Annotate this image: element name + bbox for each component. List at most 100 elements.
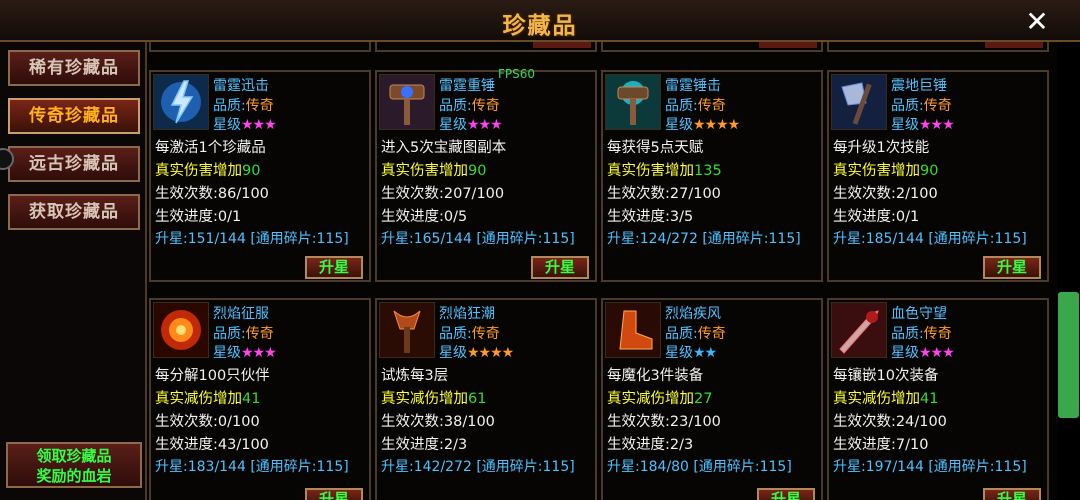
quality-value: 传奇 bbox=[471, 98, 500, 114]
quality-value: 传奇 bbox=[471, 326, 500, 342]
effect-value: 27 bbox=[694, 391, 713, 407]
item-effect: 真实伤害增加90 bbox=[155, 159, 260, 180]
item-name: 血色守望 bbox=[891, 306, 947, 322]
collection-card[interactable]: 雷霆迅击 品质:传奇 星级★★★ 每激活1个珍藏品 真实伤害增加90 生效次数:86/10… bbox=[149, 70, 371, 282]
item-effect: 真实减伤增加27 bbox=[607, 387, 712, 408]
item-quality: 品质:传奇 bbox=[439, 95, 500, 115]
star-label: 星级 bbox=[439, 345, 467, 361]
item-star-level: 星级★★★ bbox=[439, 114, 503, 134]
collection-card[interactable]: 烈焰狂潮 品质:传奇 星级★★★★ 试炼每3层 真实减伤增加61 生效次数:38/100 生… bbox=[375, 298, 597, 500]
item-star-level: 星级★★★ bbox=[213, 342, 277, 362]
item-upgrade-cost: 升星:185/144 [通用碎片:115] bbox=[833, 231, 1027, 247]
item-name: 雷霆锤击 bbox=[665, 78, 721, 94]
sidebar: 稀有珍藏品 传奇珍藏品 远古珍藏品 获取珍藏品 领取珍藏品 奖励的血岩 bbox=[0, 42, 147, 500]
quality-value: 传奇 bbox=[697, 98, 726, 114]
quality-label: 品质: bbox=[891, 326, 924, 342]
quality-value: 传奇 bbox=[245, 98, 274, 114]
item-name: 雷霆迅击 bbox=[213, 78, 269, 94]
effect-value: 41 bbox=[242, 391, 261, 407]
effect-label: 真实伤害增加 bbox=[607, 163, 694, 179]
item-effect: 真实减伤增加41 bbox=[155, 387, 260, 408]
star-icons: ★★★ bbox=[919, 117, 955, 133]
star-up-button[interactable]: 升星 bbox=[983, 256, 1041, 279]
collection-card[interactable]: 血色守望 品质:传奇 星级★★★ 每镶嵌10次装备 真实减伤增加41 生效次数:24/10… bbox=[827, 298, 1049, 500]
fps-counter: FPS60 bbox=[498, 67, 536, 81]
effect-label: 真实伤害增加 bbox=[381, 163, 468, 179]
item-effect: 真实伤害增加90 bbox=[381, 159, 486, 180]
item-upgrade-cost: 升星:183/144 [通用碎片:115] bbox=[155, 459, 349, 475]
effect-value: 90 bbox=[468, 163, 487, 179]
effect-label: 真实减伤增加 bbox=[833, 391, 920, 407]
tab-obtain-collection[interactable]: 获取珍藏品 bbox=[8, 194, 140, 230]
star-up-button[interactable]: 升星 bbox=[305, 256, 363, 279]
collection-card[interactable]: 震地巨锤 品质:传奇 星级★★★ 每升级1次技能 真实伤害增加90 生效次数:2/100 生… bbox=[827, 70, 1049, 282]
scrollbar-track bbox=[1057, 42, 1080, 500]
quality-value: 传奇 bbox=[923, 98, 952, 114]
item-progress: 生效进度:0/1 bbox=[155, 209, 242, 225]
item-effect: 真实伤害增加135 bbox=[607, 159, 722, 180]
collection-card[interactable]: 烈焰征服 品质:传奇 星级★★★ 每分解100只伙伴 真实减伤增加41 生效次数:0/10… bbox=[149, 298, 371, 500]
effect-value: 90 bbox=[242, 163, 261, 179]
item-quality: 品质:传奇 bbox=[213, 95, 274, 115]
item-upgrade-cost: 升星:124/272 [通用碎片:115] bbox=[607, 231, 801, 247]
claim-reward-button[interactable]: 领取珍藏品 奖励的血岩 bbox=[6, 442, 142, 488]
card-stub bbox=[375, 42, 597, 52]
star-up-button[interactable]: 升星 bbox=[757, 488, 815, 500]
item-condition: 每镶嵌10次装备 bbox=[833, 368, 939, 384]
tab-rare-collection[interactable]: 稀有珍藏品 bbox=[8, 50, 140, 86]
tab-ancient-collection[interactable]: 远古珍藏品 bbox=[8, 146, 140, 182]
item-count: 生效次数:27/100 bbox=[607, 186, 721, 202]
collection-card[interactable]: 烈焰疾风 品质:传奇 星级★★ 每魔化3件装备 真实减伤增加27 生效次数:23/100 生… bbox=[601, 298, 823, 500]
star-up-button[interactable]: 升星 bbox=[983, 488, 1041, 500]
item-progress: 生效进度:7/10 bbox=[833, 437, 929, 453]
effect-label: 真实减伤增加 bbox=[155, 391, 242, 407]
item-star-level: 星级★★★ bbox=[891, 114, 955, 134]
item-count: 生效次数:207/100 bbox=[381, 186, 505, 202]
item-upgrade-cost: 升星:165/144 [通用碎片:115] bbox=[381, 231, 575, 247]
item-star-level: 星级★★★ bbox=[891, 342, 955, 362]
close-icon[interactable]: ✕ bbox=[1020, 7, 1054, 37]
item-name: 雷霆重锤 bbox=[439, 78, 495, 94]
star-label: 星级 bbox=[665, 117, 693, 133]
item-condition: 进入5次宝藏图副本 bbox=[381, 140, 507, 156]
star-up-button[interactable]: 升星 bbox=[305, 488, 363, 500]
item-upgrade-cost: 升星:142/272 [通用碎片:115] bbox=[381, 459, 575, 475]
item-condition: 每魔化3件装备 bbox=[607, 368, 704, 384]
item-progress: 生效进度:3/5 bbox=[607, 209, 694, 225]
item-count: 生效次数:23/100 bbox=[607, 414, 721, 430]
item-count: 生效次数:0/100 bbox=[155, 414, 260, 430]
star-label: 星级 bbox=[891, 345, 919, 361]
card-stub bbox=[601, 42, 823, 52]
effect-value: 41 bbox=[920, 391, 939, 407]
item-name: 烈焰狂潮 bbox=[439, 306, 495, 322]
scrollbar-thumb[interactable] bbox=[1058, 292, 1079, 418]
item-quality: 品质:传奇 bbox=[665, 95, 726, 115]
item-count: 生效次数:24/100 bbox=[833, 414, 947, 430]
star-label: 星级 bbox=[891, 117, 919, 133]
item-quality: 品质:传奇 bbox=[891, 323, 952, 343]
tab-legendary-collection[interactable]: 传奇珍藏品 bbox=[8, 98, 140, 134]
hammer-icon bbox=[379, 74, 435, 130]
item-condition: 每升级1次技能 bbox=[833, 140, 930, 156]
item-quality: 品质:传奇 bbox=[891, 95, 952, 115]
star-icons: ★★★★ bbox=[693, 117, 740, 133]
star-label: 星级 bbox=[439, 117, 467, 133]
item-condition: 试炼每3层 bbox=[381, 368, 449, 384]
quality-label: 品质: bbox=[439, 326, 472, 342]
flame-staff-icon bbox=[379, 302, 435, 358]
star-up-button[interactable]: 升星 bbox=[531, 256, 589, 279]
quality-label: 品质: bbox=[665, 326, 698, 342]
item-effect: 真实减伤增加61 bbox=[381, 387, 486, 408]
item-upgrade-cost: 升星:151/144 [通用碎片:115] bbox=[155, 231, 349, 247]
item-count: 生效次数:2/100 bbox=[833, 186, 938, 202]
collection-card[interactable]: 雷霆重锤 品质:传奇 星级★★★ 进入5次宝藏图副本 真实伤害增加90 生效次数:207/… bbox=[375, 70, 597, 282]
collection-grid: 雷霆迅击 品质:传奇 星级★★★ 每激活1个珍藏品 真实伤害增加90 生效次数:86/10… bbox=[147, 42, 1057, 500]
item-count: 生效次数:86/100 bbox=[155, 186, 269, 202]
blood-spear-icon bbox=[831, 302, 887, 358]
collection-card[interactable]: 雷霆锤击 品质:传奇 星级★★★★ 每获得5点天赋 真实伤害增加135 生效次数:27/1… bbox=[601, 70, 823, 282]
star-label: 星级 bbox=[665, 345, 693, 361]
item-effect: 真实减伤增加41 bbox=[833, 387, 938, 408]
star-label: 星级 bbox=[213, 345, 241, 361]
card-stub bbox=[827, 42, 1049, 52]
quality-value: 传奇 bbox=[245, 326, 274, 342]
